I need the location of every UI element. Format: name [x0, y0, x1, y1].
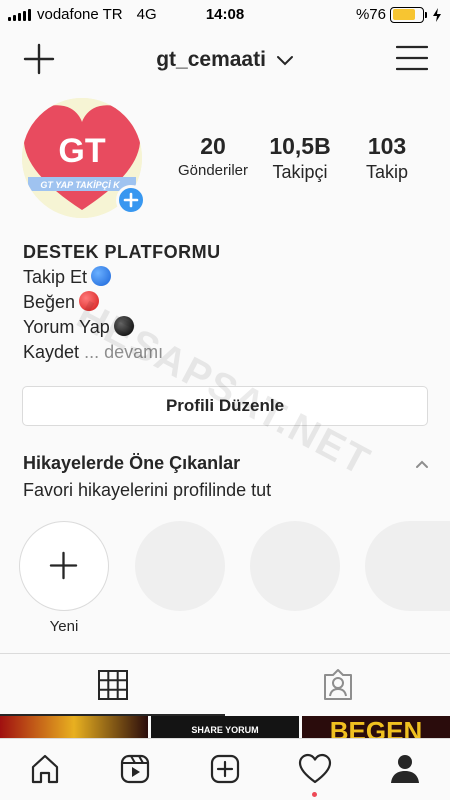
following-count: 103: [367, 133, 407, 159]
followers-label: Takipçi: [272, 162, 328, 182]
blue-circle-icon: [91, 266, 112, 286]
edit-profile-button[interactable]: Profili Düzenle: [22, 386, 428, 426]
bio-text: Kaydet: [23, 342, 80, 362]
notification-dot: [312, 792, 317, 797]
tab-grid[interactable]: [0, 654, 225, 716]
bio-line: Beğen: [23, 290, 221, 315]
post-thumbnail[interactable]: SHARE YORUM: [151, 716, 299, 738]
bio-line: Yorum Yap: [23, 315, 221, 340]
followers-count: 10,5B: [269, 133, 331, 159]
status-bar: vodafone TR 4G 14:08 %76: [0, 0, 450, 30]
bio-text: Yorum Yap: [23, 317, 110, 337]
nav-profile[interactable]: [385, 749, 425, 789]
bio-text: Takip Et: [23, 267, 88, 287]
more-link[interactable]: ... devamı: [84, 342, 163, 362]
username: gt_cemaati: [156, 48, 266, 71]
bio-text: Beğen: [23, 292, 76, 312]
thumbnail-text: BEGEN: [329, 716, 423, 738]
post-thumbnail[interactable]: [0, 716, 148, 738]
post-thumbnail[interactable]: BEGEN: [302, 716, 450, 738]
add-story-button[interactable]: [116, 185, 146, 215]
stat-following[interactable]: 103 Takip: [344, 132, 430, 183]
tab-tagged[interactable]: [225, 654, 450, 716]
tagged-icon: [323, 669, 352, 700]
new-post-icon: [210, 754, 240, 784]
new-highlight-label: Yeni: [49, 618, 79, 635]
stat-followers[interactable]: 10,5B Takipçi: [257, 132, 343, 183]
battery-icon: [390, 6, 427, 23]
red-circle-icon: [79, 291, 100, 311]
nav-home[interactable]: [25, 749, 65, 789]
bio: DESTEK PLATFORMU Takip Et Beğen Yorum Ya…: [23, 240, 221, 365]
stat-posts[interactable]: 20 Gönderiler: [170, 132, 256, 183]
home-icon: [31, 754, 59, 784]
account-switcher[interactable]: gt_cemaati: [0, 48, 450, 72]
highlights-title: Hikayelerde Öne Çıkanlar: [23, 453, 241, 473]
menu-icon[interactable]: [396, 44, 428, 72]
highlight-placeholder: [365, 521, 450, 611]
bio-line: Takip Et: [23, 265, 221, 290]
highlight-placeholder: [135, 521, 225, 611]
new-highlight-button[interactable]: [19, 521, 109, 611]
bio-line: Kaydet ... devamı: [23, 340, 221, 365]
profile-name: DESTEK PLATFORMU: [23, 242, 221, 262]
battery-fill: [392, 9, 415, 20]
chevron-down-icon: [276, 56, 293, 66]
posts-label: Gönderiler: [177, 162, 249, 179]
following-label: Takip: [365, 162, 409, 182]
profile-icon: [391, 755, 419, 783]
nav-activity[interactable]: [295, 749, 335, 789]
bottom-nav: [0, 738, 450, 800]
plus-icon: [123, 192, 139, 208]
posts-count: 20: [200, 133, 226, 159]
plus-icon: [49, 551, 78, 580]
profile-header: gt_cemaati: [0, 36, 450, 82]
heart-icon: [298, 753, 332, 784]
highlights-subtitle: Favori hikayelerini profilinde tut: [23, 480, 272, 500]
avatar-banner: GT YAP TAKİPÇİ K: [40, 180, 121, 190]
nav-create[interactable]: [205, 749, 245, 789]
reels-icon: [120, 754, 150, 784]
thumbnail-text: SHARE YORUM: [191, 725, 259, 735]
chevron-up-icon[interactable]: [414, 458, 430, 470]
black-circle-icon: [113, 316, 134, 336]
charging-icon: [433, 7, 441, 22]
grid-icon: [97, 670, 128, 700]
nav-reels[interactable]: [115, 749, 155, 789]
status-right: %76: [356, 6, 442, 23]
avatar-text: GT: [58, 132, 105, 170]
profile-stats: 20 Gönderiler 10,5B Takipçi 103 Takip: [170, 132, 430, 183]
highlight-placeholder: [250, 521, 340, 611]
battery-percent: %76: [355, 6, 386, 23]
